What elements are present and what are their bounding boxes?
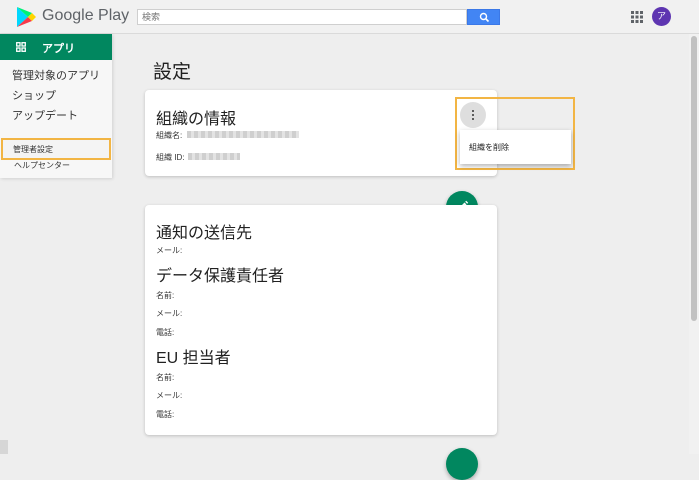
scrollbar-thumb[interactable] [691,36,697,321]
page-title: 設定 [153,62,192,83]
org-options-menu: 組織を削除 [460,130,571,164]
notification-contacts-card: 通知の送信先 メール: データ保護責任者 名前: メール: 電話: EU 担当者… [145,205,497,435]
sidebar: アプリ 管理対象のアプリ ショップ アップデート 管理者設定 ヘルプセンター [0,34,112,178]
sidebar-item-help-center[interactable]: ヘルプセンター [14,160,70,171]
delete-org-menu-item[interactable]: 組織を削除 [469,142,509,153]
brand-name[interactable]: Google Play [42,7,129,25]
sidebar-item-shop[interactable]: ショップ [12,87,56,103]
apps-icon [16,42,26,52]
sidebar-item-apps[interactable]: アプリ [0,34,112,60]
eu-email-label: メール: [156,391,183,400]
google-play-logo-icon[interactable] [15,6,37,28]
org-name-value-redacted [187,131,299,138]
sidebar-item-label: アプリ [42,43,75,55]
search-button[interactable] [467,9,500,25]
sidebar-item-label: 管理者設定 [13,145,53,154]
dpo-email-label: メール: [156,309,183,318]
org-name-label: 組織名: [156,131,183,140]
eu-phone-label: 電話: [156,410,175,419]
more-options-button[interactable] [460,102,486,128]
next-card-edit-button[interactable] [446,448,478,480]
org-id-value-redacted [188,153,240,160]
card-title: 組織の情報 [156,111,237,128]
eu-name-label: 名前: [156,373,175,382]
horizontal-scrollbar-stub [0,440,8,454]
search-input[interactable]: 検索 [137,9,467,25]
org-info-card: 組織の情報 組織名: 組織 ID: [145,90,497,176]
eu-representative-title: EU 担当者 [156,350,231,367]
sidebar-item-admin-settings[interactable]: 管理者設定 [1,138,111,160]
avatar[interactable]: ア [652,7,671,26]
dpo-phone-label: 電話: [156,328,175,337]
card-title: 通知の送信先 [156,225,253,242]
sidebar-item-updates[interactable]: アップデート [12,107,78,123]
notification-email-label: メール: [156,246,183,255]
org-id-label: 組織 ID: [156,153,185,162]
dpo-section-title: データ保護責任者 [156,268,285,285]
search-icon [479,12,490,23]
top-bar: Google Play 検索 ア [0,0,699,34]
apps-grid-icon[interactable] [631,11,643,23]
dpo-name-label: 名前: [156,291,175,300]
sidebar-item-managed-apps[interactable]: 管理対象のアプリ [12,67,100,83]
